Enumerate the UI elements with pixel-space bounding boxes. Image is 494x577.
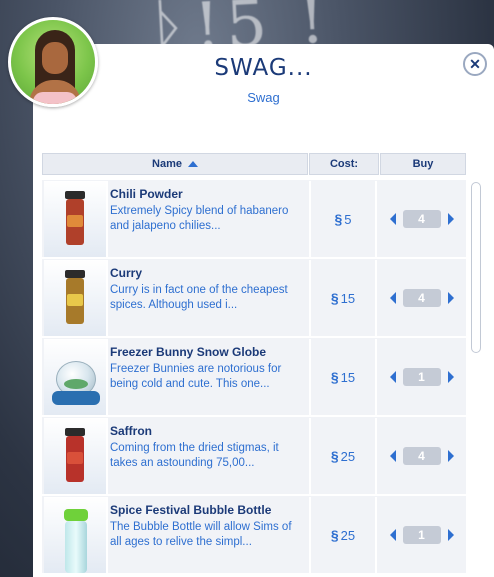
item-list: Chili Powder Extremely Spicy blend of ha… bbox=[42, 180, 466, 577]
simoleon-icon: § bbox=[330, 369, 339, 385]
column-header-name[interactable]: Name bbox=[42, 153, 308, 175]
spice-jar-red-icon bbox=[44, 181, 108, 257]
decrease-arrow-icon[interactable] bbox=[389, 371, 396, 383]
increase-arrow-icon[interactable] bbox=[447, 529, 454, 541]
spice-jar-yellow-icon bbox=[44, 260, 108, 336]
item-cost: § 25 bbox=[309, 418, 377, 494]
item-name: Freezer Bunny Snow Globe bbox=[110, 345, 267, 359]
spice-jar-red-icon bbox=[44, 418, 108, 494]
simoleon-icon: § bbox=[330, 527, 339, 543]
list-item[interactable]: Freezer Bunny Snow Globe Freezer Bunnies… bbox=[42, 338, 466, 416]
quantity-value: 1 bbox=[402, 368, 441, 386]
simoleon-icon: § bbox=[330, 290, 339, 306]
quantity-value: 4 bbox=[402, 210, 441, 228]
quantity-stepper: 1 bbox=[377, 497, 466, 573]
column-header-cost: Cost: bbox=[309, 153, 379, 175]
item-cost-value: 25 bbox=[340, 448, 356, 464]
close-button[interactable]: ✕ bbox=[463, 52, 487, 76]
quantity-value: 4 bbox=[402, 289, 441, 307]
decrease-arrow-icon[interactable] bbox=[389, 292, 396, 304]
column-header-cost-label: Cost: bbox=[329, 158, 359, 170]
snow-globe-icon bbox=[44, 339, 108, 415]
decrease-arrow-icon[interactable] bbox=[389, 529, 396, 541]
quantity-stepper: 1 bbox=[377, 339, 466, 415]
quantity-stepper: 4 bbox=[377, 260, 466, 336]
item-cost-value: 5 bbox=[344, 211, 352, 227]
item-description: Coming from the dried stigmas, it takes … bbox=[110, 442, 279, 469]
column-header-buy-label: Buy bbox=[412, 158, 434, 170]
increase-arrow-icon[interactable] bbox=[447, 292, 454, 304]
increase-arrow-icon[interactable] bbox=[447, 213, 454, 225]
item-cost: § 15 bbox=[309, 260, 377, 336]
item-cost-value: 25 bbox=[340, 527, 356, 543]
simoleon-icon: § bbox=[330, 448, 339, 464]
item-cost-value: 15 bbox=[340, 369, 356, 385]
sort-ascending-icon bbox=[187, 161, 198, 167]
item-cost: § 5 bbox=[309, 181, 377, 257]
simoleon-icon: § bbox=[334, 211, 343, 227]
item-name: Saffron bbox=[110, 424, 152, 438]
scrollbar-thumb[interactable] bbox=[471, 182, 481, 353]
item-description: The Bubble Bottle will allow Sims of all… bbox=[110, 521, 292, 548]
list-item[interactable]: Spice Festival Bubble Bottle The Bubble … bbox=[42, 496, 466, 574]
dialog-title: SWAG... bbox=[214, 55, 313, 81]
item-description: Freezer Bunnies are notorious for being … bbox=[110, 363, 282, 390]
item-cost: § 25 bbox=[309, 497, 377, 573]
item-name: Chili Powder bbox=[110, 187, 183, 201]
item-cost: § 15 bbox=[309, 339, 377, 415]
close-icon: ✕ bbox=[469, 56, 481, 72]
column-header-name-label: Name bbox=[152, 158, 182, 170]
quantity-value: 1 bbox=[402, 526, 441, 544]
quantity-stepper: 4 bbox=[377, 181, 466, 257]
list-item[interactable]: Saffron Coming from the dried stigmas, i… bbox=[42, 417, 466, 495]
increase-arrow-icon[interactable] bbox=[447, 450, 454, 462]
item-name: Curry bbox=[110, 266, 143, 280]
dialog-subtitle: Swag bbox=[247, 90, 280, 105]
decrease-arrow-icon[interactable] bbox=[389, 213, 396, 225]
decrease-arrow-icon[interactable] bbox=[389, 450, 396, 462]
item-name: Spice Festival Bubble Bottle bbox=[110, 503, 272, 517]
bubble-bottle-icon bbox=[44, 497, 108, 573]
item-description: Curry is in fact one of the cheapest spi… bbox=[110, 284, 288, 311]
item-cost-value: 15 bbox=[340, 290, 356, 306]
list-item[interactable]: Chili Powder Extremely Spicy blend of ha… bbox=[42, 180, 466, 258]
increase-arrow-icon[interactable] bbox=[447, 371, 454, 383]
item-description: Extremely Spicy blend of habanero and ja… bbox=[110, 205, 289, 232]
column-header-buy: Buy bbox=[380, 153, 466, 175]
quantity-value: 4 bbox=[402, 447, 441, 465]
quantity-stepper: 4 bbox=[377, 418, 466, 494]
list-item[interactable]: Curry Curry is in fact one of the cheape… bbox=[42, 259, 466, 337]
